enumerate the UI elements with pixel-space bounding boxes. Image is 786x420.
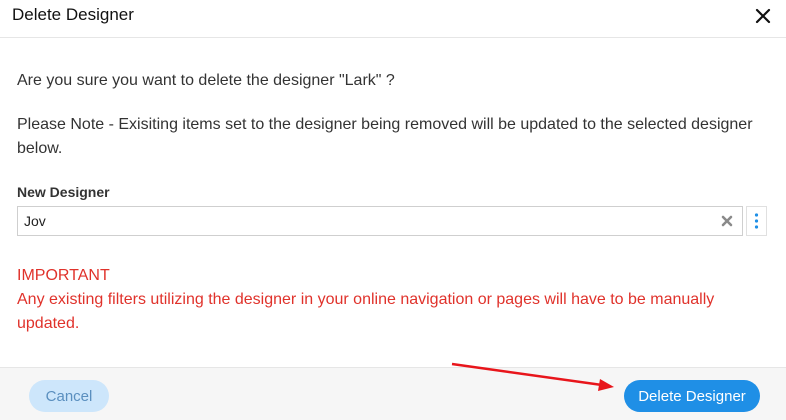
important-message: Any existing filters utilizing the desig… — [17, 291, 715, 332]
dialog-title: Delete Designer — [12, 5, 134, 24]
important-heading: IMPORTANT — [17, 267, 110, 284]
new-designer-label: New Designer — [17, 184, 110, 200]
delete-designer-dialog: Delete Designer Are you sure you want to… — [0, 0, 786, 420]
selected-designer-value: Jov — [24, 213, 46, 229]
cancel-button[interactable]: Cancel — [29, 380, 109, 412]
dialog-header: Delete Designer — [0, 0, 786, 38]
options-button[interactable] — [746, 206, 767, 236]
new-designer-select[interactable]: Jov — [17, 206, 743, 236]
note-message: Please Note - Exisiting items set to the… — [17, 116, 753, 157]
important-notice: IMPORTANT Any existing filters utilizing… — [17, 264, 777, 336]
confirm-message: Are you sure you want to delete the desi… — [17, 72, 395, 89]
clear-icon[interactable] — [720, 214, 734, 228]
close-button[interactable] — [754, 7, 772, 25]
close-icon — [755, 8, 771, 24]
vertical-dots-icon — [754, 213, 759, 229]
delete-designer-button[interactable]: Delete Designer — [624, 380, 760, 412]
dialog-footer: Cancel Delete Designer — [0, 367, 786, 420]
